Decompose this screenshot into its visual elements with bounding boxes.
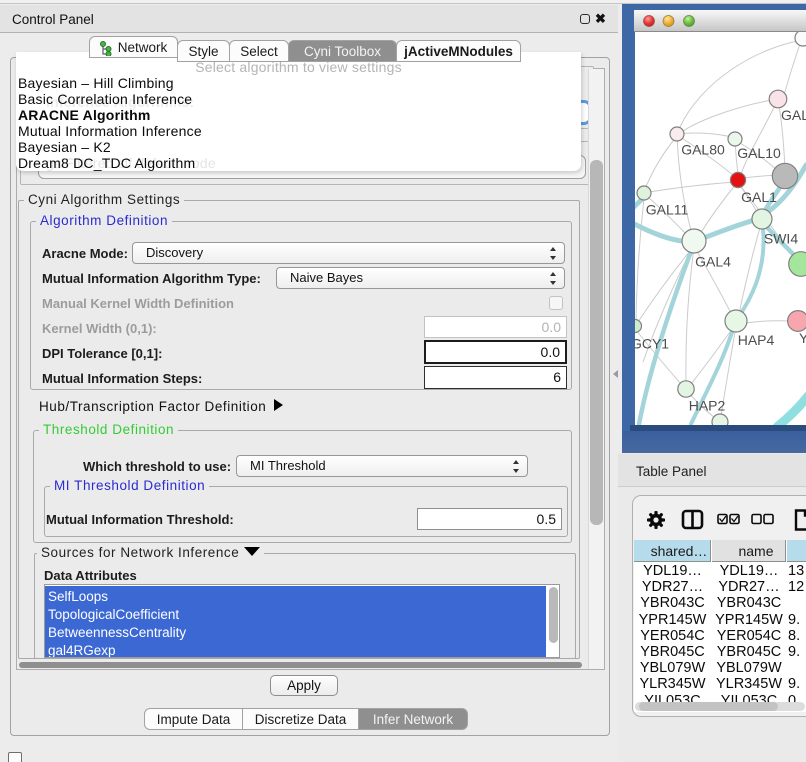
svg-text:GAL11: GAL11 [646, 202, 689, 218]
svg-text:SWI4: SWI4 [764, 231, 798, 247]
svg-text:Y: Y [799, 330, 806, 346]
svg-text:GCY1: GCY1 [635, 336, 669, 352]
svg-text:GAL: GAL [781, 107, 806, 123]
svg-text:HAP2: HAP2 [689, 398, 726, 414]
svg-text:GAL80: GAL80 [681, 142, 725, 158]
svg-text:HAP4: HAP4 [738, 332, 775, 348]
svg-text:GAL4: GAL4 [695, 254, 731, 270]
svg-text:GAL1: GAL1 [741, 189, 777, 205]
svg-text:GAL10: GAL10 [737, 145, 781, 161]
